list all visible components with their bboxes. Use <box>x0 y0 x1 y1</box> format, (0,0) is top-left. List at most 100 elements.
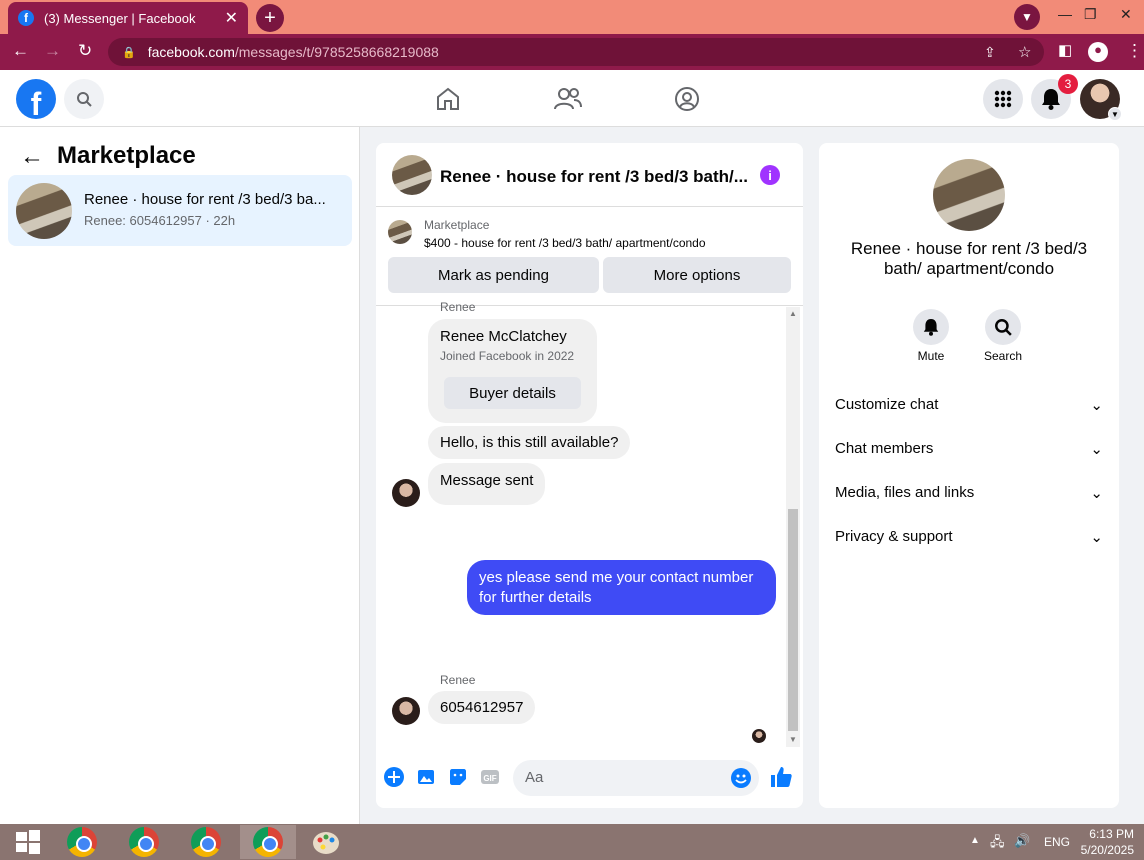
mute-button[interactable] <box>913 309 949 345</box>
paint-palette-icon <box>313 832 339 854</box>
clock[interactable]: 6:13 PM 5/20/2025 <box>1081 826 1134 858</box>
privacy-support-section[interactable]: Privacy & support ⌄ <box>835 528 1103 546</box>
url-path: /messages/t/9785258668219088 <box>234 44 439 60</box>
share-icon[interactable]: ⇪ <box>984 44 996 61</box>
message-composer: GIF Aa <box>376 753 803 803</box>
windows-taskbar: ▲ 🖧 🔊 ENG 6:13 PM 5/20/2025 <box>0 824 1144 860</box>
contact-avatar[interactable] <box>392 697 420 725</box>
address-bar[interactable]: 🔒 facebook.com/messages/t/97852586682190… <box>108 38 1044 66</box>
buyer-details-button[interactable]: Buyer details <box>444 377 581 409</box>
buyer-joined: Joined Facebook in 2022 <box>440 349 575 363</box>
volume-icon[interactable]: 🔊 <box>1014 833 1030 849</box>
scrollbar-thumb[interactable] <box>788 509 798 731</box>
notification-badge: 3 <box>1058 74 1078 94</box>
back-arrow-icon[interactable]: ← <box>20 143 44 171</box>
profile-icon[interactable]: ● <box>1088 42 1108 62</box>
chrome-icon <box>253 827 283 857</box>
clock-time: 6:13 PM <box>1089 827 1134 841</box>
photo-icon[interactable] <box>416 767 436 787</box>
sender-name: Renee <box>440 300 476 314</box>
taskbar-chrome-app[interactable] <box>54 825 110 859</box>
panel-title: Marketplace <box>57 142 196 169</box>
bookmark-star-icon[interactable]: ☆ <box>1018 43 1031 61</box>
listing-thumbnail[interactable] <box>933 159 1005 231</box>
sender-name: Renee <box>440 673 476 687</box>
friends-icon <box>554 88 582 110</box>
forward-arrow-icon[interactable]: → <box>44 41 61 61</box>
conversation-name: Renee · house for rent /3 bed/3 ba... <box>84 191 326 208</box>
language-indicator[interactable]: ENG <box>1044 835 1070 849</box>
taskbar-paint-app[interactable] <box>298 825 354 859</box>
minimize-icon[interactable]: — <box>1058 6 1072 22</box>
contact-avatar[interactable] <box>392 479 420 507</box>
url-host: facebook.com <box>147 44 235 60</box>
chat-title[interactable]: Renee · house for rent /3 bed/3 bath/... <box>440 167 750 187</box>
close-window-icon[interactable]: ✕ <box>1120 6 1132 23</box>
back-arrow-icon[interactable]: ← <box>12 41 29 61</box>
network-icon[interactable]: 🖧 <box>990 833 1005 855</box>
section-label: Customize chat <box>835 396 939 413</box>
svg-text:GIF: GIF <box>483 774 496 783</box>
taskbar-chrome-app[interactable] <box>116 825 172 859</box>
groups-nav-button[interactable] <box>672 84 702 114</box>
sticker-icon[interactable] <box>448 767 468 787</box>
restore-icon[interactable]: ❐ <box>1084 6 1097 23</box>
thumbs-up-icon[interactable] <box>769 765 793 789</box>
chrome-icon <box>129 827 159 857</box>
details-title: Renee · house for rent /3 bed/3 bath/ ap… <box>850 239 1088 278</box>
groups-icon <box>675 87 699 111</box>
side-panel-icon[interactable]: ◧ <box>1058 41 1072 59</box>
tray-chevron-up-icon[interactable]: ▲ <box>970 835 980 846</box>
browser-menu-icon[interactable]: ⋮ <box>1126 41 1143 61</box>
search-button[interactable] <box>64 79 104 119</box>
chat-window: Renee · house for rent /3 bed/3 bath/...… <box>376 143 803 808</box>
start-button[interactable] <box>0 825 56 859</box>
info-icon[interactable]: i <box>760 165 780 185</box>
listing-description[interactable]: $400 - house for rent /3 bed/3 bath/ apa… <box>424 236 706 250</box>
message-bubble: Hello, is this still available? <box>428 426 631 459</box>
home-nav-button[interactable] <box>433 84 463 114</box>
message-input[interactable]: Aa <box>513 760 759 796</box>
taskbar-chrome-app[interactable] <box>178 825 234 859</box>
chrome-icon <box>191 827 221 857</box>
reload-icon[interactable]: ↻ <box>78 41 92 61</box>
scroll-down-icon[interactable]: ▼ <box>789 735 797 744</box>
facebook-favicon-icon: f <box>18 10 34 26</box>
facebook-logo[interactable]: f <box>16 79 56 119</box>
account-avatar[interactable]: ▼ <box>1080 79 1122 121</box>
close-tab-icon[interactable]: ✕ <box>225 8 238 28</box>
tab-search-chevron-icon[interactable]: ▼ <box>1014 4 1040 30</box>
browser-tab[interactable]: f (3) Messenger | Facebook ✕ <box>8 2 248 34</box>
taskbar-chrome-app-active[interactable] <box>240 825 296 859</box>
chrome-icon <box>67 827 97 857</box>
plus-icon[interactable] <box>384 767 404 787</box>
media-files-links-section[interactable]: Media, files and links ⌄ <box>835 484 1103 502</box>
message-bubble: Message sent <box>428 463 546 505</box>
chevron-down-icon: ⌄ <box>1090 529 1103 546</box>
more-options-button[interactable]: More options <box>603 257 791 293</box>
section-label: Privacy & support <box>835 528 953 545</box>
menu-button[interactable] <box>983 79 1023 119</box>
chat-members-section[interactable]: Chat members ⌄ <box>835 440 1103 458</box>
scroll-up-icon[interactable]: ▲ <box>789 309 797 318</box>
conversation-item[interactable]: Renee · house for rent /3 bed/3 ba... Re… <box>8 175 352 246</box>
message-thread: Renee Renee McClatchey Joined Facebook i… <box>376 300 803 747</box>
chevron-down-icon: ⌄ <box>1090 397 1103 414</box>
home-icon <box>437 87 459 110</box>
menu-grid-icon <box>994 90 1012 108</box>
listing-thumbnail[interactable] <box>392 155 432 195</box>
lock-icon: 🔒 <box>122 46 136 59</box>
search-conversation-button[interactable] <box>985 309 1021 345</box>
browser-toolbar: ← → ↻ 🔒 facebook.com/messages/t/97852586… <box>0 34 1144 70</box>
customize-chat-section[interactable]: Customize chat ⌄ <box>835 396 1103 414</box>
bell-icon <box>923 319 939 336</box>
chat-header: Renee · house for rent /3 bed/3 bath/...… <box>376 143 803 207</box>
mark-as-pending-button[interactable]: Mark as pending <box>388 257 599 293</box>
emoji-icon[interactable] <box>731 768 751 788</box>
buyer-profile-card: Renee McClatchey Joined Facebook in 2022… <box>428 319 597 423</box>
section-label: Chat members <box>835 440 934 457</box>
gif-icon[interactable]: GIF <box>480 767 500 787</box>
new-tab-button[interactable]: + <box>256 4 284 32</box>
listing-thumbnail[interactable] <box>388 220 412 244</box>
friends-nav-button[interactable] <box>553 84 583 114</box>
